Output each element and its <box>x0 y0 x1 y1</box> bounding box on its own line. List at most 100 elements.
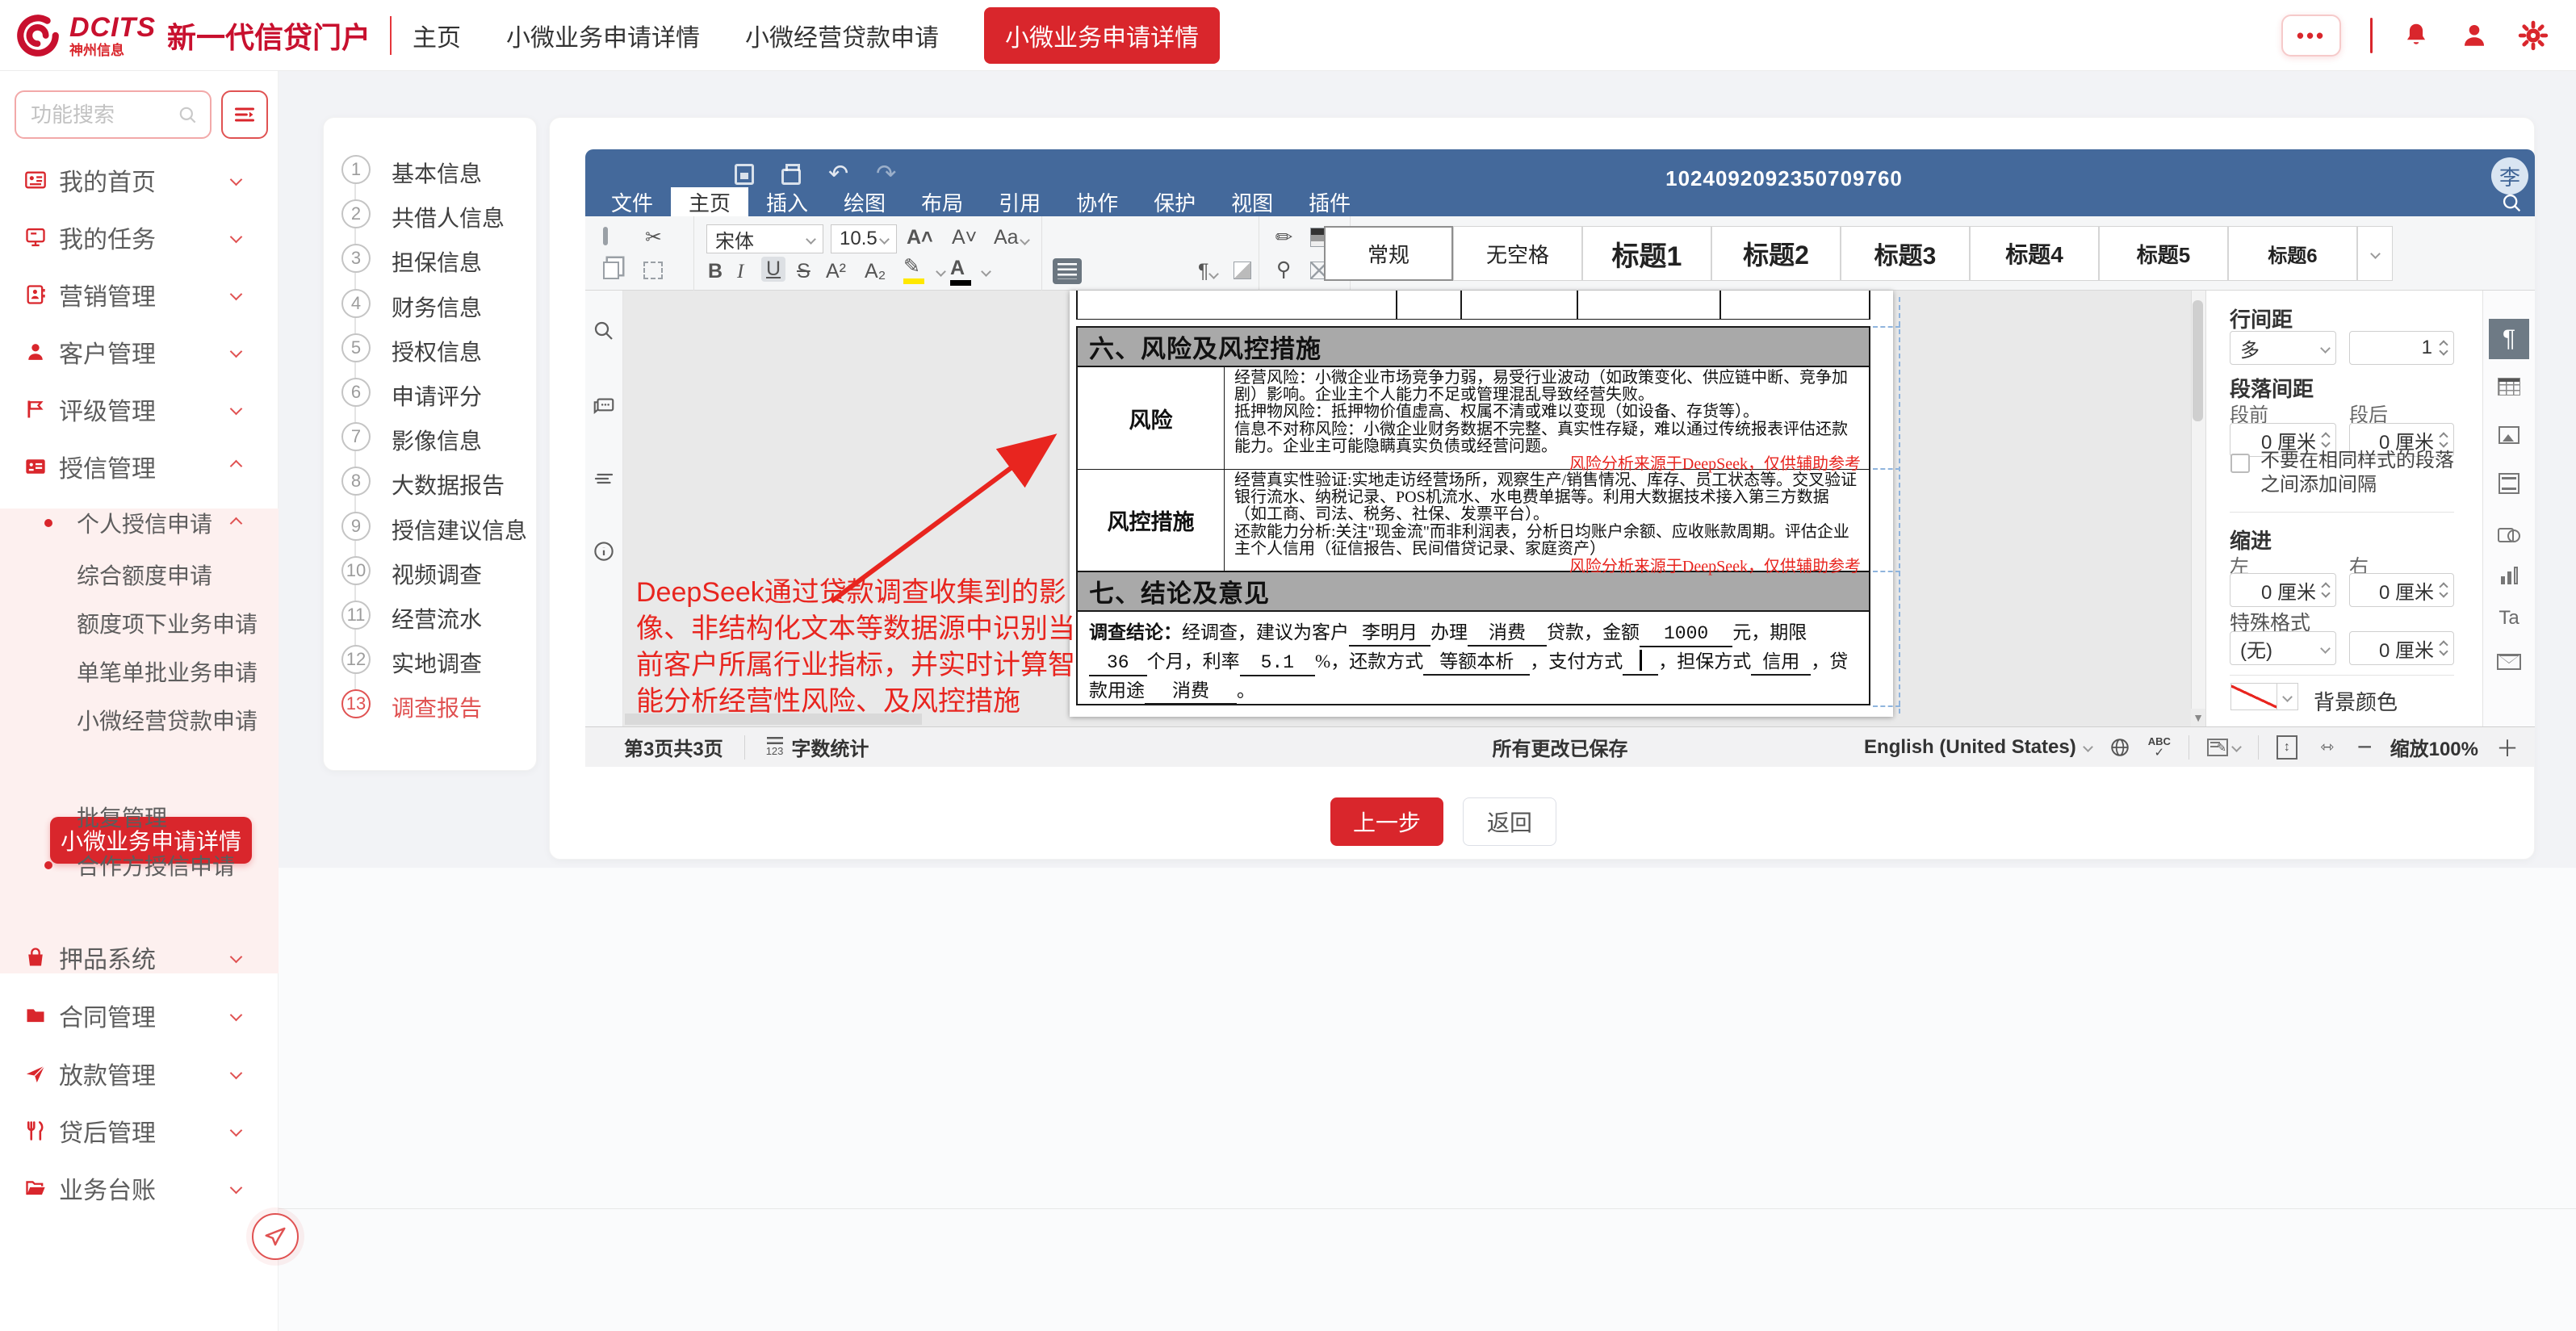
line-spacing-mode-select[interactable]: 多 <box>2230 331 2336 365</box>
notifications-bell-icon[interactable] <box>2402 21 2431 50</box>
step-video-survey[interactable]: 10视频调查 <box>324 556 538 588</box>
zoom-out-button[interactable]: − <box>2357 732 2373 762</box>
sidebar-search[interactable] <box>15 90 212 139</box>
blank-payment-method[interactable] <box>1623 650 1658 676</box>
sidebar-item-contracts[interactable]: 合同管理 <box>0 986 279 1044</box>
back-button[interactable]: 返回 <box>1463 797 1556 846</box>
step-field-survey[interactable]: 12实地调查 <box>324 645 538 677</box>
sidebar-item-ledger[interactable]: 业务台账 <box>0 1159 279 1216</box>
style-no-spacing[interactable]: 无空格 <box>1453 226 1582 281</box>
bold-icon[interactable]: B <box>708 262 723 282</box>
editor-menu-layout[interactable]: 布局 <box>903 187 981 216</box>
undo-icon[interactable]: ↶ <box>828 160 848 188</box>
word-count-button[interactable]: 字数统计 <box>791 733 869 761</box>
blank-amount[interactable]: 1000 <box>1640 622 1732 647</box>
sidebar-item-marketing[interactable]: 营销管理 <box>0 266 279 323</box>
paragraph-panel-tab[interactable]: ¶ <box>2489 319 2529 359</box>
table-panel-tab[interactable] <box>2494 376 2524 401</box>
fit-width-icon[interactable]: ⇿ <box>2315 737 2339 758</box>
styles-more-chevron[interactable] <box>2357 226 2393 281</box>
zoom-in-button[interactable]: ＋ <box>2496 731 2519 764</box>
blank-customer-name[interactable]: 李明月 <box>1349 621 1430 647</box>
zoom-level[interactable]: 缩放100% <box>2390 733 2478 761</box>
step-guarantee[interactable]: 3担保信息 <box>324 244 538 276</box>
blank-repayment-method[interactable]: 等额本析 <box>1423 650 1530 676</box>
special-format-select[interactable]: (无) <box>2230 631 2336 665</box>
editor-menu-protect[interactable]: 保护 <box>1136 187 1213 216</box>
bg-color-picker[interactable] <box>2230 683 2298 710</box>
sidebar-item-single-batch[interactable]: 单笔单批业务申请 <box>0 649 279 694</box>
language-selector[interactable]: English (United States) <box>1864 736 2092 759</box>
pilcrow-icon[interactable]: ¶ <box>1198 262 1217 282</box>
blank-term[interactable]: 36 <box>1089 651 1147 676</box>
image-panel-tab[interactable] <box>2494 425 2524 450</box>
change-case-icon[interactable]: Aa <box>994 228 1028 248</box>
document-page[interactable]: 六、风险及风控措施 风险 经营风险：小微企业市场竞争力弱，易受行业波动（如政策变… <box>1070 291 1893 717</box>
more-actions-button[interactable]: ••• <box>2281 15 2341 57</box>
highlight-color-icon[interactable]: ✎ <box>903 257 924 284</box>
sidebar-item-comprehensive-quota[interactable]: 综合额度申请 <box>0 552 279 597</box>
sidebar-item-my-tasks[interactable]: 我的任务 <box>0 208 279 266</box>
shading-icon[interactable] <box>1234 262 1251 279</box>
format-painter-icon[interactable]: ⚲ <box>1276 260 1291 280</box>
step-authorization[interactable]: 5授权信息 <box>324 333 538 366</box>
editor-menu-references[interactable]: 引用 <box>981 187 1058 216</box>
italic-icon[interactable]: I <box>737 262 743 282</box>
nav-tab-micro-detail[interactable]: 小微业务申请详情 <box>506 18 700 53</box>
scroll-down-arrow[interactable]: ▼ <box>2191 709 2205 726</box>
step-business-flow[interactable]: 11经营流水 <box>324 601 538 633</box>
align-left-icon[interactable] <box>1053 258 1082 284</box>
ink-pen-icon[interactable]: ✎ <box>1271 224 1297 250</box>
sidebar-group-partner-credit[interactable]: 合作方授信申请 <box>0 843 279 888</box>
find-icon[interactable] <box>592 319 616 343</box>
sidebar-item-post-loan[interactable]: 贷后管理 <box>0 1102 279 1159</box>
settings-gear-icon[interactable] <box>2518 20 2549 51</box>
editor-menu-draw[interactable]: 绘图 <box>826 187 903 216</box>
sidebar-item-quota-business[interactable]: 额度项下业务申请 <box>0 601 279 646</box>
user-profile-icon[interactable] <box>2460 21 2489 50</box>
save-icon[interactable] <box>735 164 754 185</box>
chart-panel-tab[interactable] <box>2494 565 2524 590</box>
editor-menu-file[interactable]: 文件 <box>593 187 671 216</box>
editor-menu-insert[interactable]: 插入 <box>748 187 826 216</box>
style-heading2[interactable]: 标题2 <box>1711 226 1841 281</box>
step-scoring[interactable]: 6申请评分 <box>324 378 538 410</box>
underline-icon[interactable]: U <box>761 257 785 282</box>
page-panel-tab[interactable] <box>2494 473 2524 500</box>
conclusion-paragraph[interactable]: 调查结论：经调查，建议为客户李明月办理消费贷款，金额1000元，期限36个月，利… <box>1078 612 1869 705</box>
editor-menu-plugins[interactable]: 插件 <box>1291 187 1368 216</box>
editor-avatar[interactable]: 李 <box>2491 157 2528 195</box>
nav-tab-micro-loan-apply[interactable]: 小微经营贷款申请 <box>745 18 939 53</box>
same-style-checkbox[interactable] <box>2230 454 2250 473</box>
nav-tab-home[interactable]: 主页 <box>413 18 461 53</box>
superscript-icon[interactable]: A² <box>826 262 846 282</box>
info-icon[interactable] <box>592 539 616 563</box>
style-heading3[interactable]: 标题3 <box>1841 226 1970 281</box>
shrink-font-icon[interactable]: A˅ <box>952 228 977 248</box>
sidebar-item-disbursement[interactable]: 放款管理 <box>0 1044 279 1102</box>
search-input[interactable] <box>31 92 168 137</box>
font-size-combo[interactable]: 10.5 <box>831 224 897 253</box>
sidebar-item-customers[interactable]: 客户管理 <box>0 323 279 380</box>
step-survey-report-active[interactable]: 13调查报告 <box>324 689 538 722</box>
globe-icon[interactable] <box>2109 737 2130 758</box>
vertical-scrollbar-thumb[interactable] <box>2193 300 2203 421</box>
blank-rate[interactable]: 5.1 <box>1240 651 1315 676</box>
style-heading6[interactable]: 标题6 <box>2228 226 2357 281</box>
style-heading4[interactable]: 标题4 <box>1970 226 2099 281</box>
copy-icon[interactable] <box>603 262 619 279</box>
sidebar-item-credit[interactable]: 授信管理 <box>0 437 279 495</box>
step-basic-info[interactable]: 1基本信息 <box>324 155 538 187</box>
blank-loan-purpose[interactable]: 消费 <box>1145 679 1237 705</box>
special-amount-input[interactable]: 0 厘米 <box>2349 631 2454 665</box>
subscript-icon[interactable]: A₂ <box>865 262 886 282</box>
sidebar-item-collateral[interactable]: 押品系统 <box>0 928 279 986</box>
editor-menu-home[interactable]: 主页 <box>671 187 748 216</box>
fit-page-icon[interactable]: ↕ <box>2277 735 2297 760</box>
font-color-icon[interactable]: A <box>950 258 971 286</box>
sidebar-group-personal-credit[interactable]: 个人授信申请 <box>0 500 279 546</box>
editor-search-icon[interactable] <box>2501 192 2524 215</box>
style-heading1[interactable]: 标题1 <box>1582 226 1711 281</box>
mail-panel-tab[interactable] <box>2494 651 2524 676</box>
spellcheck-icon[interactable]: ABC✓ <box>2148 736 2171 759</box>
